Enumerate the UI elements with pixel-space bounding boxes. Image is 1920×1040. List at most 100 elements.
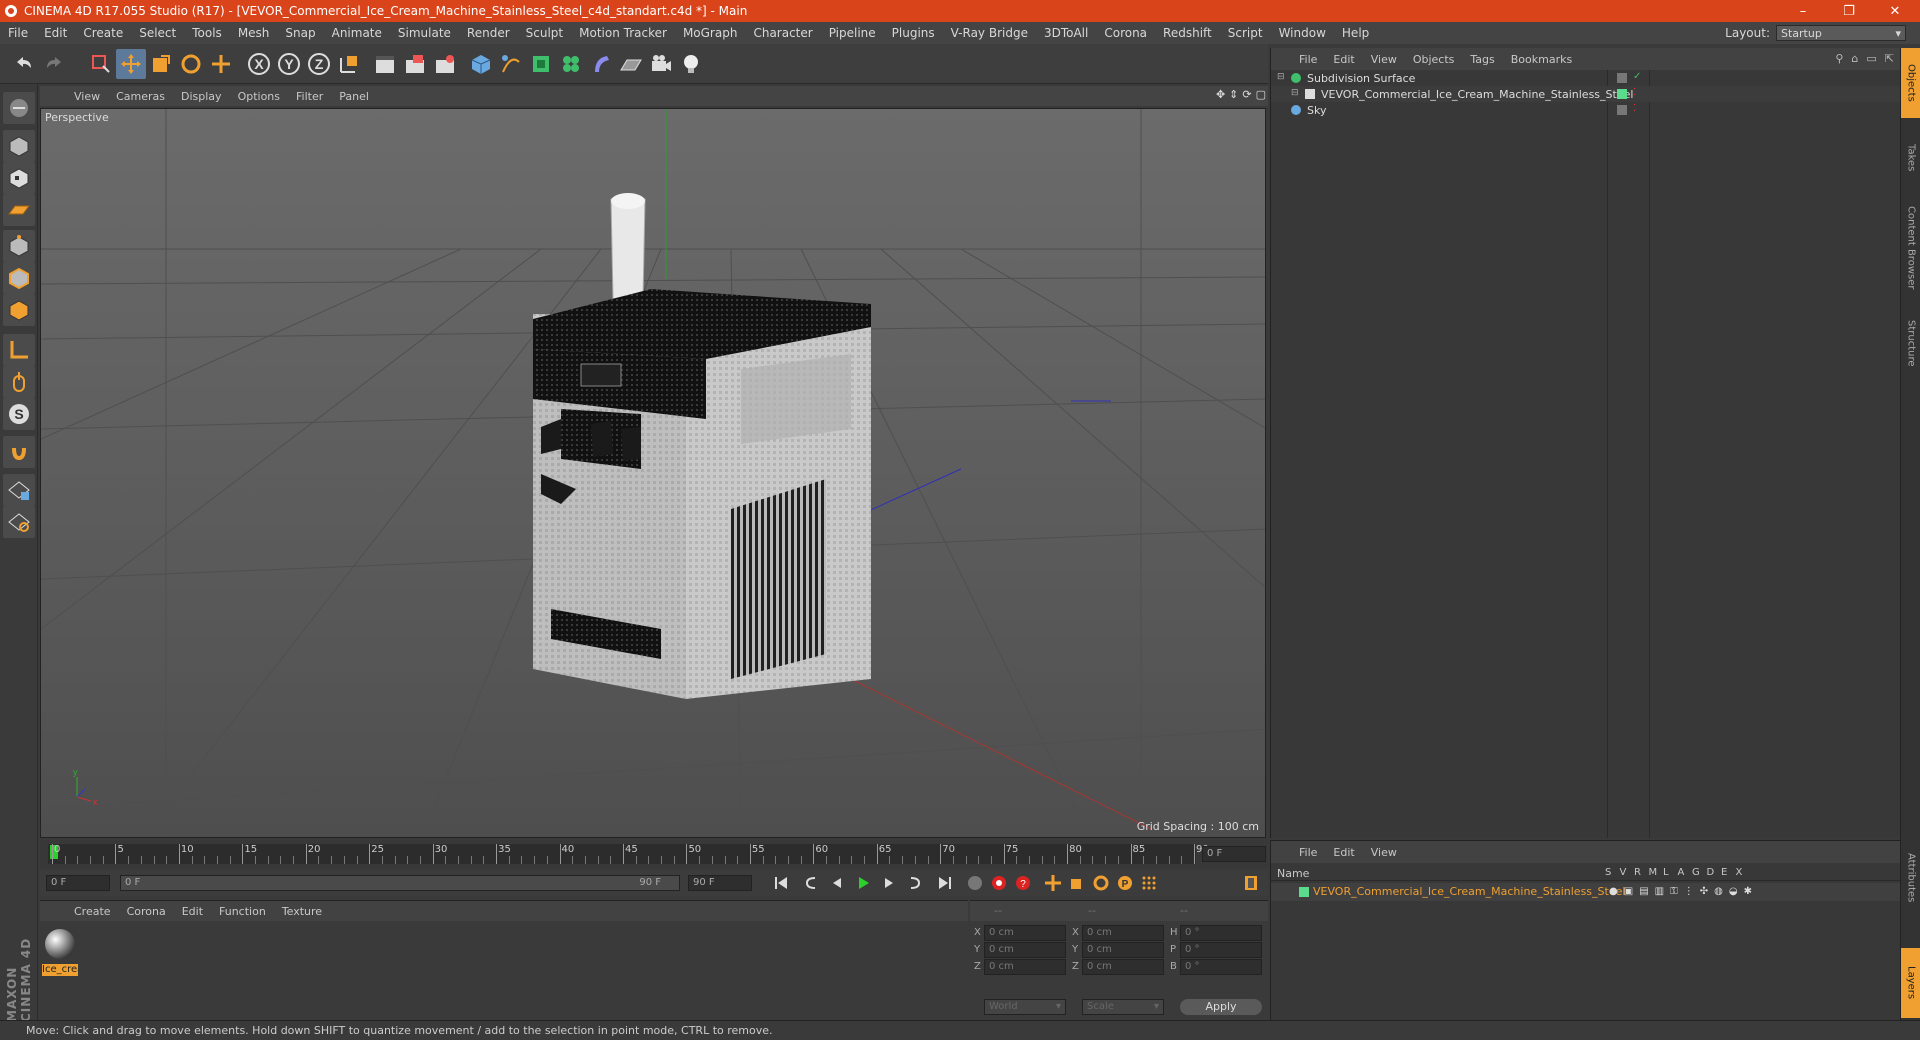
layer-tag-icon[interactable] <box>1617 105 1627 115</box>
material-menu-create[interactable]: Create <box>66 905 119 918</box>
material-thumbnail[interactable]: Ice_crea <box>42 927 78 976</box>
pen-spline-button[interactable] <box>496 49 526 79</box>
menu-help[interactable]: Help <box>1334 26 1377 40</box>
object-row[interactable]: Sky ⁚ <box>1271 102 1901 118</box>
go-to-end-button[interactable] <box>934 873 956 893</box>
viewport-menu-filter[interactable]: Filter <box>288 90 331 103</box>
grid-mode-button[interactable] <box>3 506 35 538</box>
expressions-toggle-icon[interactable]: ◒ <box>1729 886 1738 897</box>
magnet-button[interactable] <box>3 436 35 468</box>
key-parameter-button[interactable]: P <box>1114 873 1136 893</box>
motion-record-button[interactable] <box>964 873 986 893</box>
object-menu-view[interactable]: View <box>1363 53 1405 66</box>
visible-toggle-icon[interactable]: ▣ <box>1624 886 1633 897</box>
minimize-panel-icon[interactable]: ▭ <box>1866 52 1876 65</box>
layer-menu-file[interactable]: File <box>1291 846 1325 859</box>
material-name[interactable]: Ice_crea <box>42 964 78 976</box>
deformer-button[interactable] <box>586 49 616 79</box>
menu-simulate[interactable]: Simulate <box>390 26 459 40</box>
menu-corona[interactable]: Corona <box>1096 26 1155 40</box>
coordinate-mode-dropdown[interactable]: Scale ▾ <box>1082 999 1164 1015</box>
dolly-icon[interactable]: ⇕ <box>1229 88 1238 104</box>
deformers-toggle-icon[interactable]: ◍ <box>1714 886 1723 897</box>
cloner-button[interactable] <box>556 49 586 79</box>
y-axis-button[interactable]: Y <box>274 49 304 79</box>
layer-name[interactable]: VEVOR_Commercial_Ice_Cream_Machine_Stain… <box>1313 885 1625 898</box>
menu-select[interactable]: Select <box>131 26 184 40</box>
camera-button[interactable] <box>646 49 676 79</box>
undo-button[interactable] <box>8 49 38 79</box>
dock-tab-content-browser[interactable]: Content Browser <box>1901 198 1920 298</box>
material-menu-texture[interactable]: Texture <box>274 905 330 918</box>
xref-toggle-icon[interactable]: ✱ <box>1744 886 1752 897</box>
search-icon[interactable]: ⚲ <box>1835 52 1843 65</box>
menu-animate[interactable]: Animate <box>324 26 390 40</box>
menu-motion-tracker[interactable]: Motion Tracker <box>571 26 675 40</box>
frame-range-slider[interactable]: 0 F 90 F <box>120 875 680 891</box>
polygons-mode-button[interactable] <box>3 294 35 326</box>
size-z-field[interactable]: 0 cm <box>1082 959 1164 975</box>
key-pla-button[interactable] <box>1138 873 1160 893</box>
menu-window[interactable]: Window <box>1271 26 1334 40</box>
menu-file[interactable]: File <box>0 26 36 40</box>
key-position-button[interactable] <box>1042 873 1064 893</box>
menu-mesh[interactable]: Mesh <box>230 26 278 40</box>
scale-tool-button[interactable] <box>146 49 176 79</box>
key-rotation-button[interactable] <box>1090 873 1112 893</box>
cube-object-button[interactable] <box>466 49 496 79</box>
texture-mode-button[interactable] <box>3 162 35 194</box>
menu-script[interactable]: Script <box>1220 26 1271 40</box>
object-menu-edit[interactable]: Edit <box>1325 53 1362 66</box>
make-editable-button[interactable] <box>3 92 35 124</box>
expand-panel-icon[interactable]: ⇱ <box>1885 52 1894 65</box>
menu-3dtoall[interactable]: 3DToAll <box>1036 26 1096 40</box>
layer-menu-view[interactable]: View <box>1363 846 1405 859</box>
timeline-window-button[interactable] <box>1240 873 1262 893</box>
z-axis-button[interactable]: Z <box>304 49 334 79</box>
workplane-mode-button[interactable] <box>3 194 35 226</box>
coordinate-space-dropdown[interactable]: World ▾ <box>984 999 1066 1015</box>
position-y-field[interactable]: 0 cm <box>984 942 1066 958</box>
size-y-field[interactable]: 0 cm <box>1082 942 1164 958</box>
menu-sculpt[interactable]: Sculpt <box>518 26 571 40</box>
object-menu-tags[interactable]: Tags <box>1462 53 1502 66</box>
x-axis-button[interactable]: X <box>244 49 274 79</box>
expand-toggle-icon[interactable]: ⊟ <box>1291 88 1299 98</box>
layer-tag-icon[interactable] <box>1617 73 1627 83</box>
current-frame-field[interactable]: 0 F <box>1202 846 1266 862</box>
previous-key-button[interactable] <box>800 873 822 893</box>
position-z-field[interactable]: 0 cm <box>984 959 1066 975</box>
rotation-h-field[interactable]: 0 ° <box>1180 925 1262 941</box>
object-name[interactable]: Subdivision Surface <box>1307 72 1415 85</box>
object-menu-bookmarks[interactable]: Bookmarks <box>1503 53 1580 66</box>
menu-redshift[interactable]: Redshift <box>1155 26 1220 40</box>
menu-mograph[interactable]: MoGraph <box>675 26 746 40</box>
generators-toggle-icon[interactable]: ✣ <box>1700 886 1708 897</box>
object-menu-file[interactable]: File <box>1291 53 1325 66</box>
material-menu-edit[interactable]: Edit <box>174 905 211 918</box>
dock-tab-takes[interactable]: Takes <box>1901 128 1920 188</box>
menu-edit[interactable]: Edit <box>36 26 75 40</box>
play-button[interactable] <box>852 873 874 893</box>
render-picture-viewer-button[interactable] <box>400 49 430 79</box>
menu-tools[interactable]: Tools <box>184 26 230 40</box>
home-icon[interactable]: ⌂ <box>1851 52 1858 65</box>
size-x-field[interactable]: 0 cm <box>1082 925 1164 941</box>
floor-button[interactable] <box>616 49 646 79</box>
edges-mode-button[interactable] <box>3 262 35 294</box>
layout-dropdown[interactable]: Startup ▾ <box>1776 25 1906 41</box>
points-mode-button[interactable] <box>3 230 35 262</box>
autokey-button[interactable]: ? <box>1012 873 1034 893</box>
menu-render[interactable]: Render <box>459 26 518 40</box>
render-toggle-icon[interactable]: ▤ <box>1639 886 1648 897</box>
tweak-mode-button[interactable] <box>3 366 35 398</box>
object-row[interactable]: ⊟ VEVOR_Commercial_Ice_Cream_Machine_Stai… <box>1271 86 1901 102</box>
menu-v-ray-bridge[interactable]: V-Ray Bridge <box>943 26 1036 40</box>
solo-toggle-icon[interactable]: ● <box>1609 886 1618 897</box>
viewport-menu-options[interactable]: Options <box>230 90 288 103</box>
dock-tab-structure[interactable]: Structure <box>1901 308 1920 378</box>
menu-create[interactable]: Create <box>75 26 131 40</box>
object-row[interactable]: ⊟ Subdivision Surface ✓ <box>1271 70 1901 86</box>
previous-frame-button[interactable] <box>826 873 848 893</box>
subdivision-surface-button[interactable] <box>526 49 556 79</box>
